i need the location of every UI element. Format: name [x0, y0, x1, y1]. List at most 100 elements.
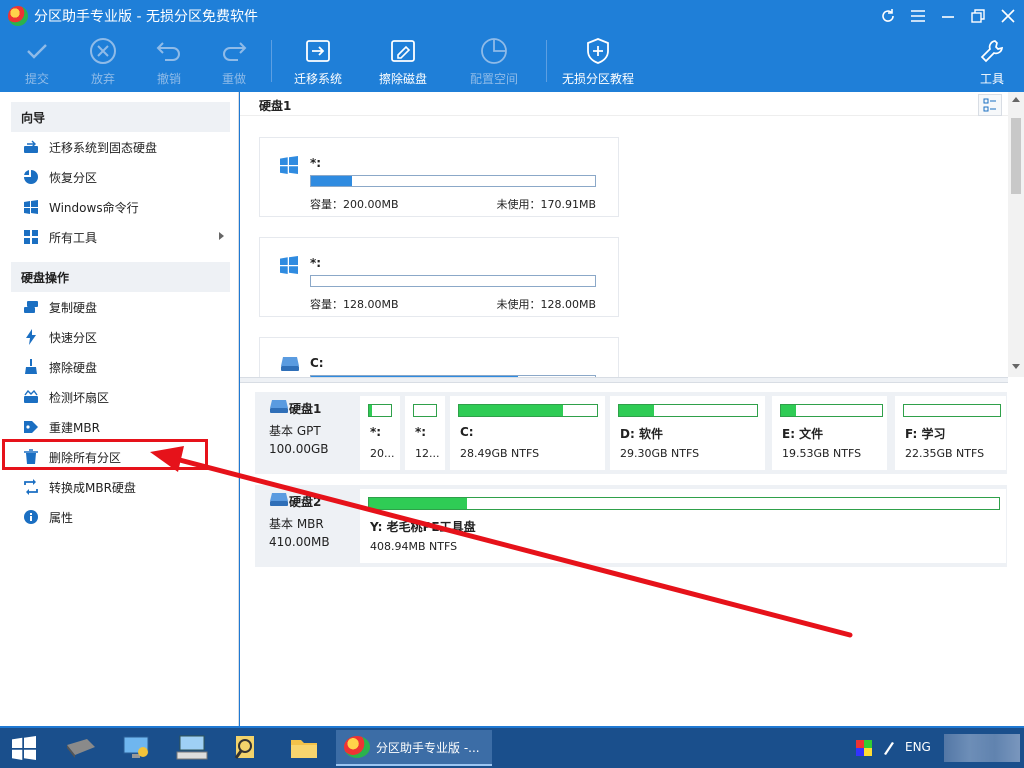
- commit-label: 提交: [24, 72, 49, 86]
- usage-bar: [310, 275, 596, 287]
- tutorial-label: 无损分区教程: [561, 72, 634, 86]
- disk-row[interactable]: 硬盘1 基本 GPT 100.00GB *: 20... *: 12... C:…: [255, 392, 1007, 474]
- undo-label: 撤销: [156, 72, 181, 86]
- partition-card[interactable]: C:: [259, 337, 619, 379]
- menu-item-rebuild-mbr[interactable]: 重建MBR: [11, 412, 230, 442]
- restore-icon[interactable]: [963, 0, 993, 32]
- partition-name: F: 学习: [905, 427, 946, 441]
- usage-bar-fill: [619, 405, 654, 416]
- disk-header-label: 硬盘1: [259, 99, 292, 113]
- discard-button[interactable]: 放弃: [84, 36, 122, 90]
- partition-block[interactable]: Y: 老毛桃PE工具盘 408.94MB NTFS: [360, 489, 1006, 563]
- panel-splitter[interactable]: [240, 377, 1008, 383]
- partition-block[interactable]: *: 20...: [360, 396, 400, 470]
- partition-card[interactable]: *: 容量：128.00MB 未使用：128.00MB: [259, 237, 619, 317]
- scroll-down-icon[interactable]: [1012, 364, 1020, 369]
- partition-free: 未使用：128.00MB: [496, 298, 596, 311]
- taskbar-active-app[interactable]: 分区助手专业版 -...: [336, 730, 492, 766]
- disk-drive-icon: [269, 400, 289, 417]
- disk-row[interactable]: 硬盘2 基本 MBR 410.00MB Y: 老毛桃PE工具盘 408.94MB…: [255, 485, 1007, 567]
- allocate-space-button[interactable]: 配置空间: [466, 36, 522, 90]
- toolbar-separator: [271, 40, 272, 82]
- migrate-os-button[interactable]: 迁移系统: [290, 36, 346, 90]
- menu-icon[interactable]: [903, 0, 933, 32]
- minimize-icon[interactable]: [933, 0, 963, 32]
- tutorial-button[interactable]: 无损分区教程: [558, 36, 638, 90]
- tray-pen-icon[interactable]: [876, 730, 900, 766]
- menu-item-bad-sector[interactable]: 检测坏扇区: [11, 382, 230, 412]
- partition-block[interactable]: C: 28.49GB NTFS: [450, 396, 605, 470]
- partition-name: E: 文件: [782, 427, 824, 441]
- menu-item-recover-partition[interactable]: 恢复分区: [11, 162, 230, 192]
- wipe-disk-icon: [23, 359, 39, 375]
- start-button[interactable]: [0, 730, 48, 766]
- taskbar-app-keyboard[interactable]: [168, 730, 216, 766]
- disk-list-header: 硬盘1: [240, 92, 1024, 116]
- bad-sector-icon: [23, 389, 39, 405]
- disk-type: 基本 GPT: [269, 424, 321, 438]
- refresh-icon[interactable]: [873, 0, 903, 32]
- partition-size: 12...: [415, 447, 440, 460]
- rebuild-mbr-icon: [23, 419, 39, 435]
- taskbar-app-explorer[interactable]: [280, 730, 328, 766]
- menu-item-convert-mbr[interactable]: 转换成MBR硬盘: [11, 472, 230, 502]
- wizard-section: 向导 迁移系统到固态硬盘 恢复分区 Windows命令行 所有工具: [11, 102, 230, 252]
- taskbar-app-network[interactable]: [112, 730, 160, 766]
- partition-block[interactable]: F: 学习 22.35GB NTFS: [895, 396, 1006, 470]
- windows-icon: [280, 156, 298, 177]
- menu-label: 恢复分区: [49, 170, 98, 185]
- migrate-ssd-icon: [23, 139, 39, 155]
- taskbar-app-search[interactable]: [222, 730, 270, 766]
- tools-label: 工具: [979, 72, 1004, 86]
- tray-color-icon[interactable]: [852, 730, 876, 766]
- menu-label: 检测坏扇区: [49, 390, 110, 405]
- menu-item-windows-cmd[interactable]: Windows命令行: [11, 192, 230, 222]
- usage-bar: [618, 404, 758, 417]
- taskbar-app-chip[interactable]: [56, 730, 104, 766]
- menu-item-migrate-ssd[interactable]: 迁移系统到固态硬盘: [11, 132, 230, 162]
- menu-item-all-tools[interactable]: 所有工具: [11, 222, 230, 252]
- tools-button[interactable]: 工具: [976, 36, 1008, 90]
- pie-chart-icon: [479, 36, 509, 66]
- migrate-os-label: 迁移系统: [293, 72, 342, 86]
- tray-language[interactable]: ENG: [905, 740, 931, 754]
- partition-card[interactable]: *: 容量：200.00MB 未使用：170.91MB: [259, 137, 619, 217]
- partition-capacity: 容量：128.00MB: [310, 298, 399, 311]
- disk-size: 410.00MB: [269, 535, 330, 549]
- migrate-disk-icon: [303, 36, 333, 66]
- usage-bar: [903, 404, 1001, 417]
- undo-button[interactable]: 撤销: [151, 36, 187, 90]
- menu-item-properties[interactable]: 属性: [11, 502, 230, 532]
- menu-item-copy-disk[interactable]: 复制硬盘: [11, 292, 230, 322]
- menu-label: Windows命令行: [49, 200, 139, 215]
- app-logo-icon: [344, 736, 370, 758]
- redo-button[interactable]: 重做: [216, 36, 252, 90]
- commit-button[interactable]: 提交: [20, 36, 54, 90]
- scrollbar-thumb[interactable]: [1011, 118, 1021, 194]
- vertical-scrollbar[interactable]: [1008, 92, 1024, 377]
- view-toggle-button[interactable]: [978, 94, 1002, 116]
- wipe-disk-button[interactable]: 擦除磁盘: [375, 36, 431, 90]
- cancel-circle-icon: [88, 36, 118, 66]
- partition-size: 19.53GB NTFS: [782, 447, 862, 460]
- menu-label: 擦除硬盘: [49, 360, 98, 375]
- computer-network-icon: [123, 736, 149, 758]
- convert-icon: [23, 479, 39, 495]
- close-icon[interactable]: [993, 0, 1023, 32]
- menu-label: 转换成MBR硬盘: [49, 480, 136, 495]
- usage-bar: [368, 404, 392, 417]
- list-view-icon: [983, 98, 996, 112]
- menu-item-wipe-disk[interactable]: 擦除硬盘: [11, 352, 230, 382]
- menu-label: 快速分区: [49, 330, 98, 345]
- keyboard-computer-icon: [176, 735, 208, 760]
- scroll-up-icon[interactable]: [1012, 97, 1020, 102]
- submenu-arrow-icon: [219, 232, 224, 240]
- disk-drive-icon: [280, 356, 300, 375]
- partition-block[interactable]: E: 文件 19.53GB NTFS: [772, 396, 887, 470]
- tray-clock-blurred: [944, 734, 1020, 762]
- partition-size: 22.35GB NTFS: [905, 447, 985, 460]
- partition-block[interactable]: *: 12...: [405, 396, 445, 470]
- menu-item-quick-partition[interactable]: 快速分区: [11, 322, 230, 352]
- windows-start-icon: [12, 736, 36, 760]
- partition-block[interactable]: D: 软件 29.30GB NTFS: [610, 396, 765, 470]
